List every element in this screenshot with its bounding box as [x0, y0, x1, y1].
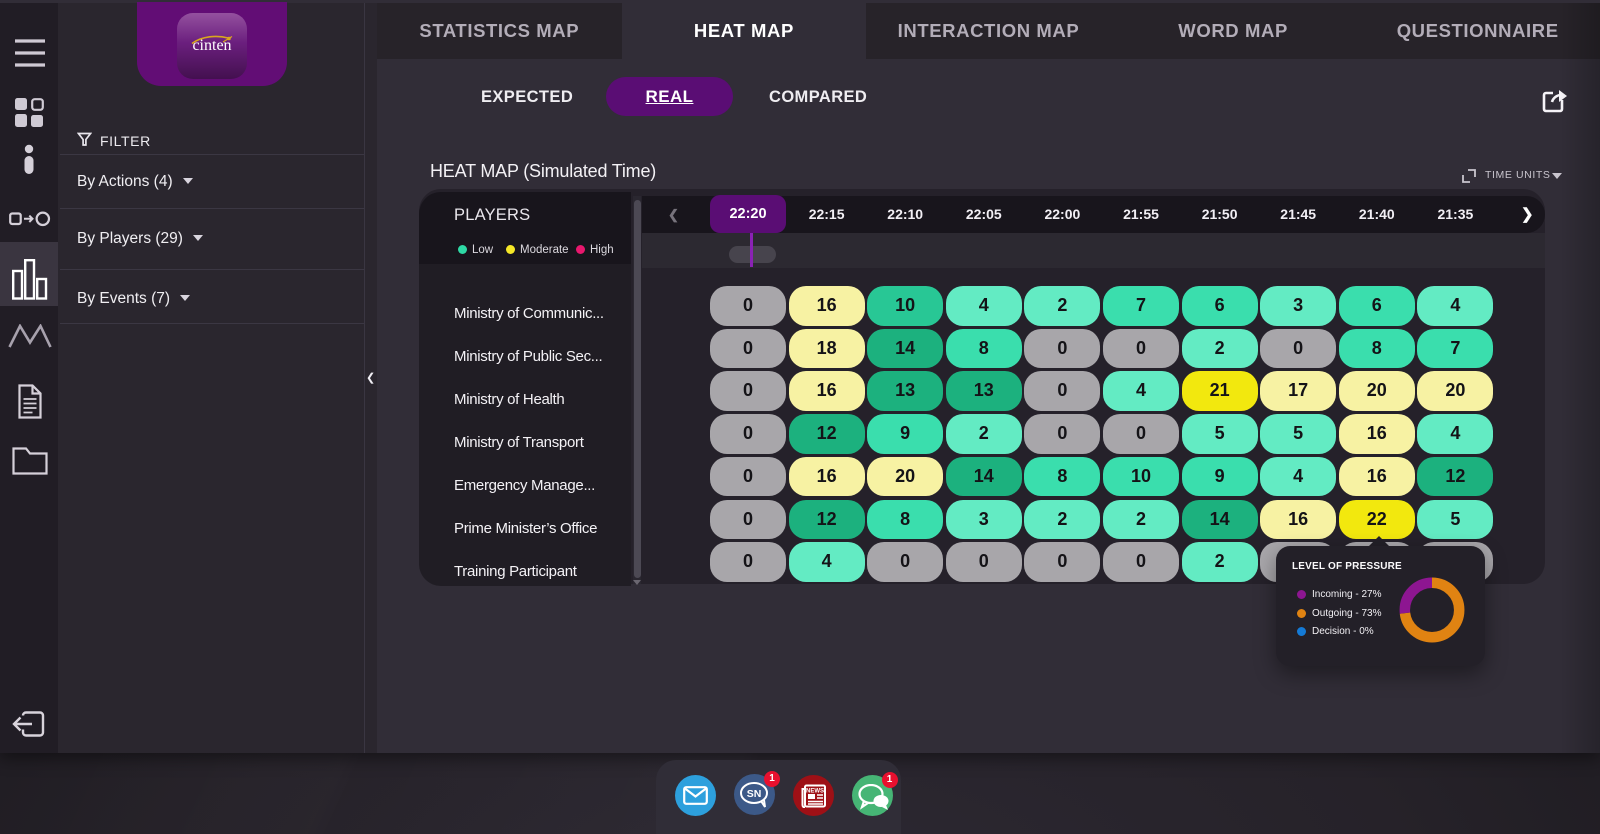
svg-text:SN: SN [746, 788, 761, 800]
svg-text:NEWS: NEWS [806, 789, 824, 795]
